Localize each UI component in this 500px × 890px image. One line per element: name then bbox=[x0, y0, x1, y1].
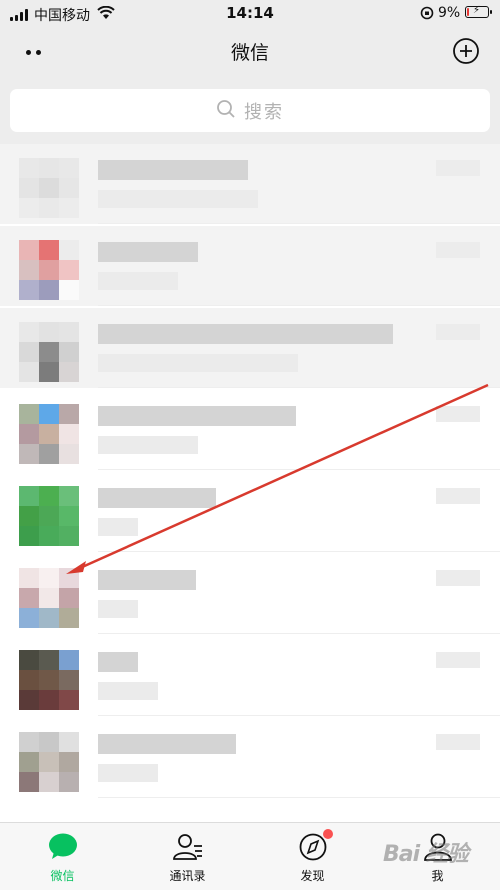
chat-name-redacted bbox=[98, 652, 138, 672]
chat-list-item[interactable] bbox=[0, 144, 500, 224]
chat-bubble-icon bbox=[47, 832, 79, 862]
divider bbox=[98, 797, 500, 798]
search-placeholder: 搜索 bbox=[244, 101, 284, 123]
chat-time-redacted bbox=[436, 406, 480, 422]
page-title: 微信 bbox=[230, 42, 269, 64]
chat-preview-redacted bbox=[98, 436, 198, 454]
notification-dot bbox=[322, 829, 333, 839]
chat-list bbox=[0, 144, 500, 824]
chat-time-redacted bbox=[436, 324, 480, 340]
chat-list-item[interactable] bbox=[0, 636, 500, 716]
tab-contacts[interactable]: 通讯录 bbox=[125, 823, 250, 890]
chat-list-item[interactable] bbox=[0, 718, 500, 798]
avatar bbox=[19, 732, 79, 792]
tab-wechat[interactable]: 微信 bbox=[0, 823, 125, 890]
status-bar: 中国移动 14:14 9% ⚡ bbox=[0, 0, 500, 28]
tab-label: 微信 bbox=[50, 869, 75, 883]
tab-label: 我 bbox=[431, 869, 444, 883]
tab-discover[interactable]: 发现 bbox=[250, 823, 375, 890]
chat-name-redacted bbox=[98, 406, 296, 426]
battery-level-fill bbox=[467, 8, 469, 16]
add-circle-icon[interactable] bbox=[452, 37, 480, 65]
avatar bbox=[19, 486, 79, 546]
battery-percent: 9% bbox=[438, 5, 461, 21]
chat-time-redacted bbox=[436, 160, 480, 176]
chat-preview-redacted bbox=[98, 600, 138, 618]
chat-list-item[interactable] bbox=[0, 226, 500, 306]
orientation-lock-icon bbox=[420, 6, 434, 24]
chat-preview-redacted bbox=[98, 682, 158, 700]
chat-list-item[interactable] bbox=[0, 472, 500, 552]
contacts-icon bbox=[172, 832, 204, 862]
chat-list-item[interactable] bbox=[0, 554, 500, 634]
chat-name-redacted bbox=[98, 324, 393, 344]
chat-preview-redacted bbox=[98, 190, 258, 208]
battery-charging-icon: ⚡ bbox=[465, 5, 492, 18]
chat-time-redacted bbox=[436, 488, 480, 504]
watermark-logo: Bai 经验 bbox=[383, 842, 469, 867]
chat-name-redacted bbox=[98, 242, 198, 262]
divider bbox=[98, 387, 500, 388]
chat-preview-redacted bbox=[98, 764, 158, 782]
search-icon bbox=[216, 99, 236, 123]
avatar bbox=[19, 158, 79, 218]
tab-label: 通讯录 bbox=[169, 869, 206, 883]
avatar bbox=[19, 404, 79, 464]
chat-name-redacted bbox=[98, 570, 196, 590]
chat-time-redacted bbox=[436, 734, 480, 750]
divider bbox=[98, 305, 500, 306]
chat-name-redacted bbox=[98, 160, 248, 180]
divider bbox=[98, 715, 500, 716]
chat-time-redacted bbox=[436, 242, 480, 258]
tab-label: 发现 bbox=[300, 869, 325, 883]
chat-preview-redacted bbox=[98, 354, 298, 372]
divider bbox=[98, 223, 500, 224]
chat-name-redacted bbox=[98, 488, 216, 508]
avatar bbox=[19, 650, 79, 710]
avatar bbox=[19, 568, 79, 628]
chat-preview-redacted bbox=[98, 518, 138, 536]
avatar bbox=[19, 240, 79, 300]
chat-preview-redacted bbox=[98, 272, 178, 290]
divider bbox=[98, 633, 500, 634]
avatar bbox=[19, 322, 79, 382]
divider bbox=[98, 469, 500, 470]
chat-name-redacted bbox=[98, 734, 236, 754]
chat-list-item[interactable] bbox=[0, 308, 500, 388]
chat-list-item[interactable] bbox=[0, 390, 500, 470]
nav-bar: 微信 bbox=[0, 28, 500, 74]
chat-time-redacted bbox=[436, 570, 480, 586]
chat-time-redacted bbox=[436, 652, 480, 668]
divider bbox=[98, 551, 500, 552]
search-input[interactable]: 搜索 bbox=[10, 89, 490, 132]
